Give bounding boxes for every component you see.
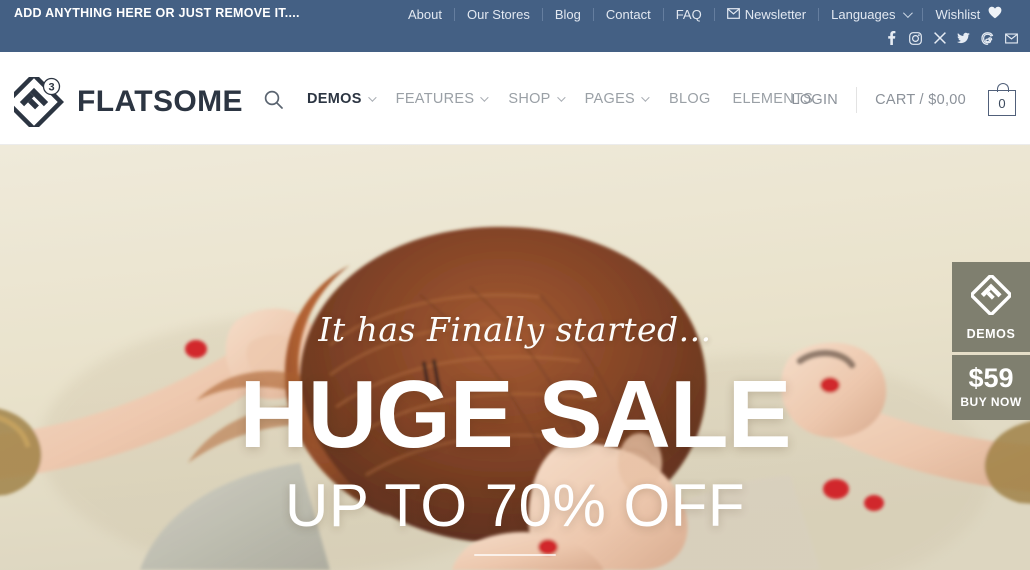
divider [713, 7, 715, 21]
topnav-item-wishlist[interactable]: Wishlist [923, 6, 1014, 22]
topnav-item-languages[interactable]: Languages [819, 7, 922, 22]
login-link[interactable]: LOGIN [773, 92, 856, 108]
topnav-label: About [408, 6, 442, 22]
x-icon[interactable] [933, 31, 946, 45]
heart-icon [988, 6, 1002, 22]
nav-item-blog[interactable]: BLOG [658, 91, 722, 107]
hero-subheadline: UP TO 70% OFF [285, 472, 745, 539]
search-icon[interactable] [256, 90, 290, 109]
hero-script-line: It has Finally started... [318, 310, 712, 349]
side-tab-buy-now[interactable]: $59 BUY NOW [952, 355, 1030, 420]
chevron-down-icon [641, 93, 650, 102]
nav-item-demos[interactable]: DEMOS [296, 91, 385, 107]
nav-label: SHOP [508, 91, 551, 107]
slider-indicator[interactable] [474, 554, 556, 556]
side-tab-demos[interactable]: DEMOS [952, 262, 1030, 352]
top-bar: ADD ANYTHING HERE OR JUST REMOVE IT.... … [0, 0, 1030, 52]
topnav-label: Contact [605, 6, 651, 22]
promo-text: ADD ANYTHING HERE OR JUST REMOVE IT.... [14, 6, 300, 20]
facebook-icon[interactable] [885, 31, 898, 45]
topnav-item-blog[interactable]: Blog [543, 7, 593, 22]
topnav-label: Languages [831, 6, 896, 22]
cart-link[interactable]: CART / $0,00 [857, 92, 984, 108]
side-tab-label: BUY NOW [960, 395, 1022, 409]
chevron-down-icon [480, 93, 490, 102]
topnav-label: FAQ [675, 6, 702, 22]
topnav-item-contact[interactable]: Contact [594, 7, 663, 22]
cart-icon[interactable]: 0 [988, 83, 1018, 117]
nav-label: FEATURES [395, 91, 475, 107]
main-navigation: DEMOS FEATURES SHOP PAGES BLOG ELEMENTS [256, 84, 824, 114]
divider [453, 7, 455, 21]
svg-text:3: 3 [48, 82, 54, 94]
twitter-icon[interactable] [957, 31, 970, 45]
topnav-label: Blog [554, 6, 581, 22]
chevron-down-icon [556, 93, 566, 102]
topnav-item-newsletter[interactable]: Newsletter [715, 7, 818, 22]
chevron-down-icon [367, 93, 377, 102]
nav-label: PAGES [584, 91, 636, 107]
flatsome-diamond-icon [952, 272, 1030, 320]
hero-headline: HUGE SALE [239, 361, 791, 468]
topnav-label: Newsletter [744, 6, 807, 22]
side-tab-label: DEMOS [966, 327, 1016, 341]
divider [541, 7, 543, 21]
chevron-down-icon [903, 7, 914, 18]
side-tab-price: $59 [968, 363, 1014, 393]
site-logo[interactable]: 3 FLATSOME [3, 71, 243, 133]
divider [922, 7, 924, 21]
topnav-item-our-stores[interactable]: Our Stores [455, 7, 542, 22]
topnav-item-faq[interactable]: FAQ [664, 7, 714, 22]
nav-item-pages[interactable]: PAGES [574, 91, 658, 107]
nav-label: BLOG [669, 91, 711, 107]
divider [592, 7, 594, 21]
topnav-label: Wishlist [935, 6, 981, 22]
social-links [885, 31, 1018, 45]
envelope-icon [726, 7, 740, 22]
divider [662, 7, 664, 21]
hero-slider: It has Finally started... HUGE SALE UP T… [0, 145, 1030, 570]
instagram-icon[interactable] [909, 31, 922, 45]
topnav-label: Our Stores [466, 6, 530, 22]
cart-count-badge: 0 [988, 90, 1016, 116]
flatsome-diamond-icon: 3 [3, 71, 65, 133]
divider [818, 7, 820, 21]
logo-text: FLATSOME [77, 85, 243, 118]
email-icon[interactable] [1005, 31, 1018, 45]
nav-label: DEMOS [307, 91, 362, 107]
header-actions: LOGIN CART / $0,00 0 [773, 82, 1018, 118]
site-header: 3 FLATSOME DEMOS FEATURES SHOP PAGES BLO… [0, 52, 1030, 145]
nav-item-features[interactable]: FEATURES [385, 91, 498, 107]
side-tabs: DEMOS $59 BUY NOW [952, 262, 1030, 420]
nav-item-shop[interactable]: SHOP [497, 91, 573, 107]
top-bar-nav: About Our Stores Blog Contact FAQ Newsle… [396, 4, 1014, 24]
topnav-item-about[interactable]: About [396, 7, 454, 22]
threads-icon[interactable] [981, 31, 994, 45]
